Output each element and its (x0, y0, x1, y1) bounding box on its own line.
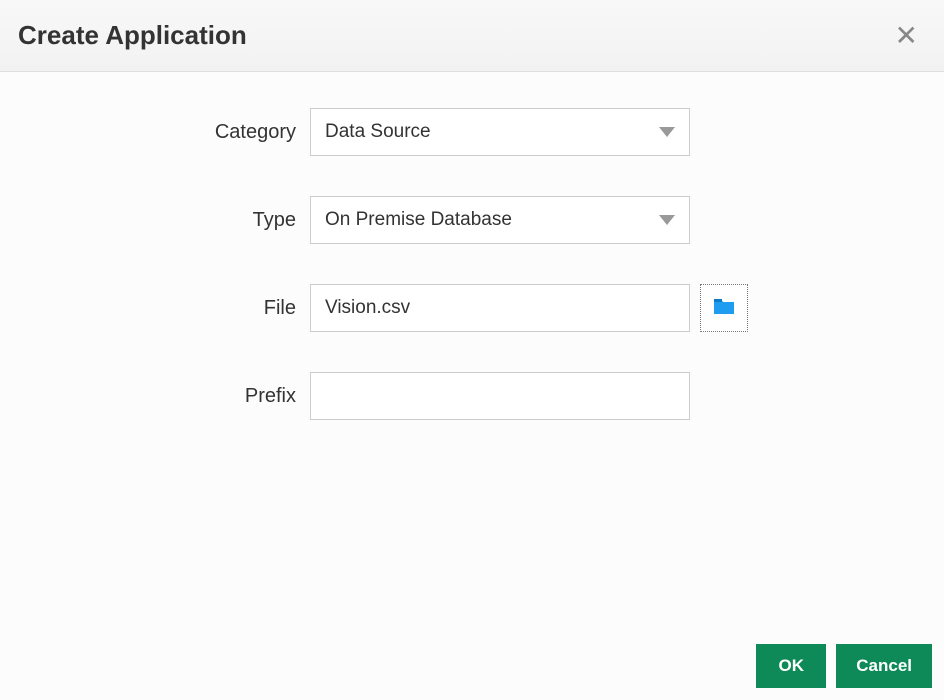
category-value: Data Source (325, 121, 431, 143)
form-area: Category Data Source Type On Premise Dat… (0, 72, 944, 420)
row-file: File (0, 284, 944, 332)
row-category: Category Data Source (0, 108, 944, 156)
category-select[interactable]: Data Source (310, 108, 690, 156)
dialog-header: Create Application ✕ (0, 0, 944, 72)
prefix-input[interactable] (310, 372, 690, 420)
row-type: Type On Premise Database (0, 196, 944, 244)
type-value: On Premise Database (325, 209, 512, 231)
dialog-footer: OK Cancel (756, 644, 932, 688)
cancel-button[interactable]: Cancel (836, 644, 932, 688)
row-prefix: Prefix (0, 372, 944, 420)
dialog-title: Create Application (18, 20, 247, 51)
chevron-down-icon (659, 127, 675, 137)
close-icon[interactable]: ✕ (887, 18, 926, 54)
label-type: Type (0, 209, 310, 232)
file-input[interactable] (310, 284, 690, 332)
type-select[interactable]: On Premise Database (310, 196, 690, 244)
label-category: Category (0, 121, 310, 144)
browse-button[interactable] (700, 284, 748, 332)
label-file: File (0, 297, 310, 320)
ok-button[interactable]: OK (756, 644, 826, 688)
chevron-down-icon (659, 215, 675, 225)
label-prefix: Prefix (0, 385, 310, 408)
folder-icon (712, 296, 736, 321)
